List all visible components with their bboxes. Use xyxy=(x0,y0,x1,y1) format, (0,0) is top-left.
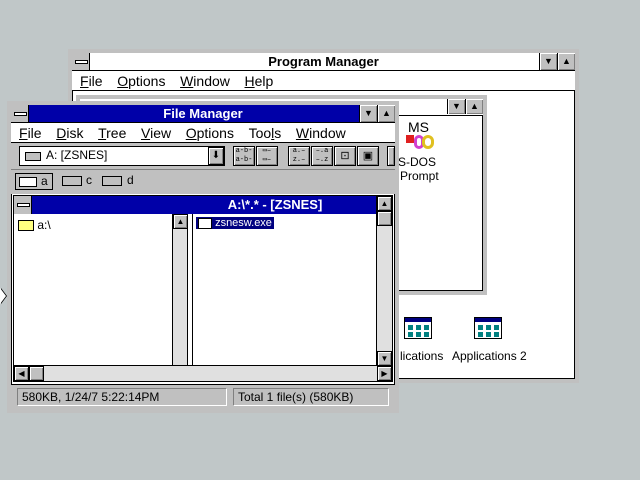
tree-pane[interactable]: a:\ xyxy=(14,214,172,366)
doc-system-menu-button[interactable] xyxy=(14,196,32,214)
menu-view[interactable]: View xyxy=(141,125,171,141)
search-icon[interactable]: ⊡ xyxy=(334,146,356,166)
dropdown-arrow-icon[interactable]: ⬇ xyxy=(208,147,224,165)
program-manager-title: Program Manager xyxy=(268,54,379,69)
maximize-button[interactable]: ▲ xyxy=(557,53,575,70)
status-total: Total 1 file(s) (580KB) xyxy=(233,388,389,406)
compress-icon[interactable]: ▣ xyxy=(357,146,379,166)
scroll-right-icon[interactable]: ▶ xyxy=(377,366,392,381)
hard-drive-icon xyxy=(62,176,82,186)
drive-a[interactable]: a xyxy=(15,173,53,190)
applications-2-group[interactable]: Applications 2 xyxy=(452,313,532,363)
directory-titlebar[interactable]: A:\*.* - [ZSNES] xyxy=(14,196,376,214)
directory-title: A:\*.* - [ZSNES] xyxy=(227,197,323,212)
drive-d[interactable]: d xyxy=(99,173,137,190)
status-bar: 580KB, 1/24/7 5:22:14PM Total 1 file(s) … xyxy=(11,384,395,409)
mouse-cursor-icon xyxy=(0,288,6,304)
scroll-up-icon[interactable]: ▲ xyxy=(173,214,188,229)
menu-disk[interactable]: Disk xyxy=(56,125,83,141)
status-selected-file: 580KB, 1/24/7 5:22:14PM xyxy=(17,388,227,406)
menu-window[interactable]: Window xyxy=(296,125,346,141)
open-folder-icon xyxy=(18,220,34,232)
menu-options[interactable]: Options xyxy=(117,73,165,89)
msdos-label-line1: S-DOS xyxy=(398,155,437,169)
file-list-scrollbar[interactable]: ▲ ▼ xyxy=(376,196,392,366)
menu-tree[interactable]: Tree xyxy=(98,125,126,141)
floppy-drive-icon xyxy=(19,177,37,187)
scroll-up-icon[interactable]: ▲ xyxy=(377,196,392,211)
menu-options[interactable]: Options xyxy=(186,125,234,141)
menu-tools[interactable]: Tools xyxy=(249,125,282,141)
menu-help[interactable]: Help xyxy=(245,73,274,89)
group-minimize-button[interactable]: ▼ xyxy=(447,99,465,114)
applications-2-group-label: Applications 2 xyxy=(452,349,527,363)
group-maximize-button[interactable]: ▲ xyxy=(465,99,483,114)
drive-select[interactable]: A: [ZSNES] ⬇ xyxy=(19,146,225,166)
tree-root-item[interactable]: a:\ xyxy=(18,218,51,232)
scroll-down-icon[interactable]: ▼ xyxy=(377,351,392,366)
horizontal-scrollbar[interactable]: ◀ ▶ xyxy=(14,365,392,381)
system-menu-button[interactable] xyxy=(72,53,90,70)
drive-c[interactable]: c xyxy=(59,173,97,190)
application-group-icon xyxy=(474,317,502,339)
menu-window[interactable]: Window xyxy=(180,73,230,89)
msdos-logo-icon: MS xyxy=(406,119,438,151)
msdos-label-line2: Prompt xyxy=(400,169,439,183)
minimize-button[interactable]: ▼ xyxy=(359,105,377,122)
menu-file[interactable]: File xyxy=(19,125,42,141)
maximize-button[interactable]: ▲ xyxy=(377,105,395,122)
toolbar: A: [ZSNES] ⬇ a-b-a-b- ▭– ▭– a.– z.– –.a –.z… xyxy=(11,143,395,169)
file-manager-menubar: File Disk Tree View Options Tools Window xyxy=(11,123,395,143)
program-manager-menubar: File Options Window Help xyxy=(72,71,575,91)
drive-bar: a c d xyxy=(11,169,395,194)
tree-scrollbar[interactable]: ▲ xyxy=(172,214,188,366)
program-manager-titlebar[interactable]: Program Manager ▼ ▲ xyxy=(72,53,575,71)
file-item[interactable]: zsnesw.exe xyxy=(195,216,275,230)
drive-select-value: A: [ZSNES] xyxy=(46,148,108,162)
file-manager-titlebar[interactable]: File Manager ▼ ▲ xyxy=(11,105,395,123)
file-manager-window[interactable]: File Manager ▼ ▲ File Disk Tree View Opt… xyxy=(7,101,399,413)
file-list-pane[interactable]: zsnesw.exe xyxy=(193,214,377,366)
file-manager-title: File Manager xyxy=(163,106,243,121)
applications-group-label: lications xyxy=(400,349,444,363)
view-by-name-button[interactable]: a-b-a-b- xyxy=(233,146,255,166)
exe-file-icon xyxy=(198,217,212,229)
sort-by-name-button[interactable]: a.– z.– xyxy=(288,146,310,166)
toolbar-more-button[interactable] xyxy=(387,146,395,166)
scroll-left-icon[interactable]: ◀ xyxy=(14,366,29,381)
applications-group[interactable]: lications xyxy=(392,313,452,363)
drive-select-icon xyxy=(25,152,41,161)
view-all-details-button[interactable]: ▭– ▭– xyxy=(256,146,278,166)
application-group-icon xyxy=(404,317,432,339)
cdrom-drive-icon xyxy=(102,176,122,186)
menu-file[interactable]: File xyxy=(80,73,103,89)
sort-by-type-button[interactable]: –.a –.z xyxy=(311,146,333,166)
msdos-prompt-item[interactable]: MS S-DOS Prompt xyxy=(398,119,458,185)
scroll-thumb[interactable] xyxy=(377,211,392,226)
scroll-h-thumb[interactable] xyxy=(29,366,44,381)
system-menu-button[interactable] xyxy=(11,105,29,122)
minimize-button[interactable]: ▼ xyxy=(539,53,557,70)
directory-window[interactable]: A:\*.* - [ZSNES] a:\ ▲ zsnesw.exe ▲ ▼ ◀ … xyxy=(13,195,393,382)
